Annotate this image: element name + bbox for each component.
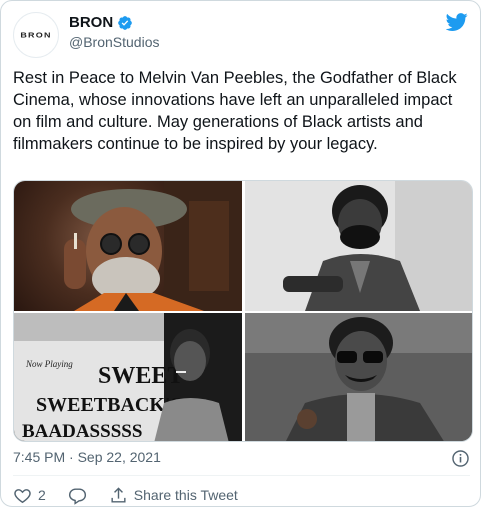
poster-sweetbacks: SWEETBACK'S: [36, 394, 182, 416]
share-button[interactable]: Share this Tweet: [109, 486, 238, 505]
photo-seated-suit: [245, 181, 472, 311]
tweet-actions: 2 Share this Tweet: [13, 483, 260, 507]
poster-sweet: SWEET: [98, 363, 183, 389]
reply-button[interactable]: [68, 486, 87, 505]
author-name-row[interactable]: BRON: [69, 14, 133, 31]
photo-sunglasses: [245, 313, 472, 441]
info-icon[interactable]: [451, 449, 470, 468]
tweet-text: Rest in Peace to Melvin Van Peebles, the…: [13, 69, 457, 153]
share-label: Share this Tweet: [133, 487, 238, 503]
verified-badge-icon: [118, 15, 133, 30]
media-photo-4[interactable]: [245, 313, 472, 441]
share-upload-icon: [111, 486, 126, 503]
photo-marquee: Now Playing SWEET SWEETBACK'S BAADASSSSS: [14, 313, 242, 442]
media-photo-1[interactable]: [14, 181, 242, 311]
media-grid: Now Playing SWEET SWEETBACK'S BAADASSSSS: [13, 180, 473, 442]
tweet-header: BRON BRON @BronStudios: [13, 11, 470, 59]
media-photo-2[interactable]: [245, 181, 472, 311]
avatar-logo-text: BRON: [20, 31, 52, 39]
tweet-timestamp[interactable]: 7:45 PM · Sep 22, 2021: [13, 449, 161, 465]
poster-baadasssss: BAADASSSSS: [22, 421, 142, 442]
poster-now-playing: Now Playing: [25, 359, 73, 369]
reply-bubble-icon: [68, 487, 86, 505]
avatar[interactable]: BRON: [13, 12, 59, 58]
twitter-bird-icon[interactable]: [446, 11, 468, 33]
tweet-card: BRON BRON @BronStudios Rest in Peace to …: [0, 0, 481, 507]
like-button[interactable]: 2: [13, 486, 46, 505]
timestamp-row: 7:45 PM · Sep 22, 2021: [13, 449, 470, 469]
author-handle[interactable]: @BronStudios: [69, 34, 159, 50]
media-photo-3[interactable]: Now Playing SWEET SWEETBACK'S BAADASSSSS: [14, 313, 242, 442]
like-count: 2: [38, 487, 46, 503]
photo-portrait-cap: [64, 181, 242, 311]
heart-icon: [14, 488, 31, 503]
divider: [13, 475, 470, 476]
author-display-name[interactable]: BRON: [69, 14, 113, 31]
